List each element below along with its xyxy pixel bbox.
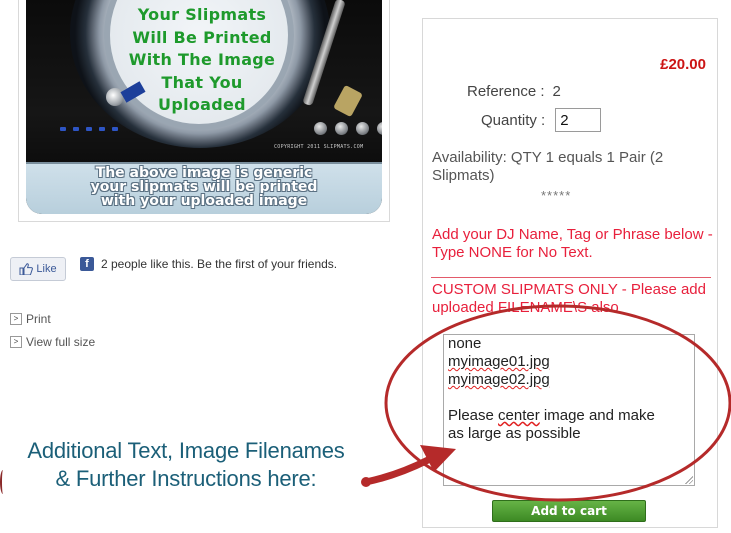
banner-line: your slipmats will be printed	[90, 179, 318, 195]
image-copyright: COPYRIGHT 2011 SLIPMATS.COM	[274, 144, 364, 150]
platter-line: Will Be Printed	[132, 27, 272, 47]
reference-label: Reference :	[467, 83, 545, 100]
banner-text: The above image is generic your slipmats…	[26, 166, 382, 208]
reference-value: 2	[552, 83, 561, 100]
platter-text: Your Slipmats Will Be Printed With The I…	[122, 4, 282, 117]
platter-line: Uploaded	[158, 95, 246, 114]
view-full-size-label: View full size	[26, 335, 96, 349]
notes-line: myimage01.jpg	[448, 353, 550, 370]
product-price: £20.00	[660, 56, 706, 73]
annotation-edge-mark	[0, 470, 6, 494]
like-count-text: 2 people like this. Be the first of your…	[101, 257, 338, 271]
platter-line: Your Slipmats	[137, 5, 267, 24]
print-label: Print	[26, 312, 51, 326]
arrow-right-icon: >	[10, 313, 22, 325]
stars-separator: *****	[541, 188, 572, 203]
view-full-size-link[interactable]: > View full size	[10, 335, 95, 349]
print-link[interactable]: > Print	[10, 312, 51, 326]
facebook-like-button[interactable]: Like	[10, 257, 66, 281]
dj-name-instruction: Add your DJ Name, Tag or Phrase below - …	[432, 226, 713, 261]
deck-blue-buttons	[60, 127, 118, 131]
image-banner: The above image is generic your slipmats…	[26, 162, 382, 214]
notes-text: Please	[448, 407, 499, 424]
product-image[interactable]: Your Slipmats Will Be Printed With The I…	[26, 0, 382, 214]
platter-line: That You	[161, 72, 243, 92]
annotation-callout: Additional Text, Image Filenames & Furth…	[6, 437, 366, 493]
custom-slipmats-instruction: CUSTOM SLIPMATS ONLY - Please add upload…	[432, 281, 706, 316]
facebook-icon: f	[80, 257, 94, 271]
callout-line: Additional Text, Image Filenames	[27, 438, 345, 463]
notes-misspelled-word: center	[498, 407, 540, 424]
banner-line: with your uploaded image	[100, 193, 308, 209]
callout-line: & Further Instructions here:	[55, 466, 317, 491]
quantity-input[interactable]	[555, 108, 602, 132]
deck-round-buttons	[314, 122, 382, 135]
custom-text-field[interactable]: none myimage01.jpg myimage02.jpg Please …	[443, 334, 695, 486]
quantity-row: Quantity :	[481, 108, 602, 132]
notes-line: Please center image and make	[448, 407, 690, 425]
availability-text: Availability: QTY 1 equals 1 Pair (2 Sli…	[432, 149, 664, 184]
like-label: Like	[36, 263, 57, 275]
product-image-frame: Your Slipmats Will Be Printed With The I…	[18, 0, 390, 222]
notes-line: as large as possible	[448, 425, 581, 442]
notes-blank-line	[448, 389, 690, 407]
arrow-right-icon: >	[10, 336, 22, 348]
notes-text: image and make	[539, 407, 655, 424]
reference-row: Reference : 2	[467, 83, 561, 100]
notes-line: myimage02.jpg	[448, 371, 550, 388]
add-to-cart-button[interactable]: Add to cart	[492, 500, 646, 522]
notes-line: none	[448, 335, 482, 352]
thumbs-up-icon	[19, 263, 34, 275]
instruction-divider	[431, 277, 711, 278]
quantity-label: Quantity :	[481, 111, 546, 129]
annotation-arrow-shaft	[362, 456, 432, 486]
resize-grip-icon[interactable]	[685, 476, 693, 484]
banner-line: The above image is generic	[95, 165, 313, 181]
platter-line: With The Image	[128, 50, 276, 69]
purchase-panel: £20.00 Reference : 2 Quantity : Availabi…	[422, 18, 718, 528]
